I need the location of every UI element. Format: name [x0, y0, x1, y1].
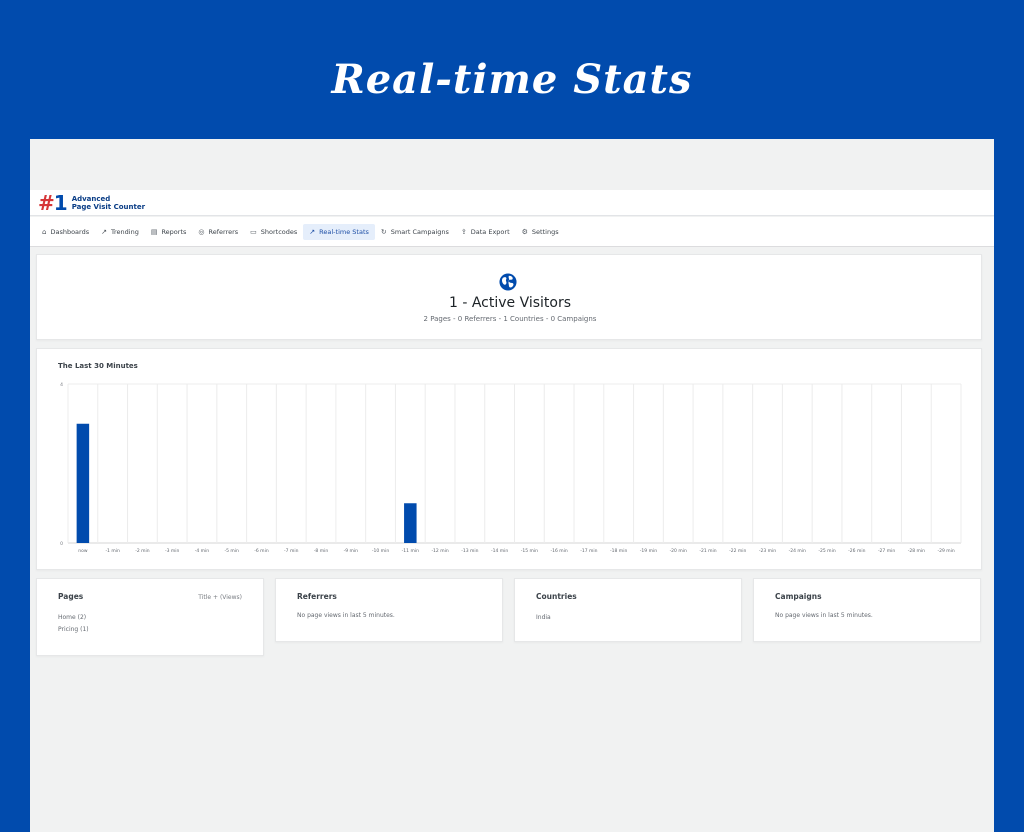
pages-list: Home (2) Pricing (1) [58, 612, 89, 636]
tab-data-export[interactable]: ⇪ Data Export [455, 224, 516, 240]
tab-dashboards[interactable]: ⌂ Dashboards [36, 224, 95, 240]
x-tick-label: -16 min [551, 548, 568, 554]
x-tick-label: -11 min [402, 548, 419, 554]
x-tick-label: -6 min [254, 548, 269, 554]
realtime-bar-chart: 4 0 now -1 min -2 min -3 min -4 min -5 min -6 mi… [60, 382, 962, 554]
list-item: India [536, 614, 551, 621]
app-frame: # 1 Advanced Page Visit Counter ⌂ Dashboa… [30, 139, 994, 832]
logo-line-1: Advanced [71, 195, 111, 203]
referrers-panel-title: Referrers [297, 592, 337, 601]
list-item: Home (2) [58, 614, 87, 621]
x-tick-label: -23 min [759, 548, 776, 554]
tab-label: Dashboards [50, 227, 90, 236]
active-visitors-breakdown: 2 Pages - 0 Referrers - 1 Countries - 0 … [423, 315, 597, 323]
y-tick-label: 4 [60, 382, 63, 388]
pages-panel: Pages Title + (Views) Home (2) Pricing (… [36, 578, 264, 656]
logo-one: 1 [53, 191, 68, 215]
x-tick-label: -18 min [610, 548, 627, 554]
tab-label: Real-time Stats [319, 227, 369, 236]
gear-icon: ⚙ [521, 227, 528, 236]
pages-panel-title: Pages [58, 592, 84, 601]
pages-panel-hint: Title + (Views) [198, 594, 242, 601]
tab-reports[interactable]: ▤ Reports [145, 224, 193, 240]
x-tick-label: -20 min [670, 548, 687, 554]
x-tick-label: -28 min [908, 548, 925, 554]
x-tick-label: -7 min [284, 548, 299, 554]
campaigns-empty-message: No page views in last 5 minutes. [775, 612, 873, 619]
logo-mark: # 1 [38, 193, 68, 213]
globe-icon [499, 273, 517, 291]
tab-smart-campaigns[interactable]: ↻ Smart Campaigns [375, 224, 455, 240]
active-visitors-title: 1 - Active Visitors [448, 295, 572, 311]
tab-label: Referrers [208, 227, 239, 236]
bar [404, 503, 417, 543]
hero-title: Real-time Stats [331, 56, 693, 103]
x-tick-label: -3 min [165, 548, 180, 554]
y-tick-label: 0 [60, 541, 63, 547]
x-tick-label: -1 min [105, 548, 120, 554]
tab-label: Reports [161, 227, 187, 236]
referrers-panel: Referrers No page views in last 5 minute… [275, 578, 503, 642]
tab-label: Smart Campaigns [390, 227, 449, 236]
campaigns-panel: Campaigns No page views in last 5 minute… [753, 578, 981, 642]
tab-label: Settings [531, 227, 559, 236]
x-tick-label: -26 min [848, 548, 865, 554]
x-tick-label: -13 min [461, 548, 478, 554]
x-tick-label: -17 min [580, 548, 597, 554]
referrers-empty-message: No page views in last 5 minutes. [297, 612, 395, 619]
brand-bar: # 1 Advanced Page Visit Counter [30, 190, 994, 216]
tab-real-time-stats[interactable]: ↗ Real-time Stats [303, 223, 375, 240]
x-tick-label: -12 min [431, 548, 448, 554]
export-icon: ⇪ [460, 227, 467, 236]
chart-icon: ↗ [309, 227, 316, 236]
x-tick-label: -15 min [521, 548, 538, 554]
active-visitors-card: 1 - Active Visitors 2 Pages - 0 Referrer… [36, 254, 982, 340]
x-tick-label: -29 min [937, 548, 954, 554]
document-icon: ▤ [150, 227, 158, 236]
countries-list: India [536, 612, 551, 624]
x-tick-label: -5 min [225, 548, 240, 554]
tab-trending[interactable]: ↗ Trending [95, 224, 145, 240]
logo-hash: # [38, 191, 55, 215]
logo-line-2: Page Visit Counter [71, 203, 146, 211]
tab-label: Data Export [470, 227, 510, 236]
x-tick-label: -24 min [789, 548, 806, 554]
logo-text: Advanced Page Visit Counter [72, 195, 145, 211]
countries-panel: Countries India [514, 578, 742, 642]
countries-panel-title: Countries [536, 592, 577, 601]
x-tick-label: -25 min [818, 548, 835, 554]
x-tick-label: now [78, 549, 88, 554]
tab-referrers[interactable]: ◎ Referrers [192, 224, 244, 240]
campaigns-panel-title: Campaigns [775, 592, 822, 601]
globe-icon: ◎ [198, 227, 205, 236]
tab-shortcodes[interactable]: ▭ Shortcodes [244, 224, 303, 240]
x-tick-label: -22 min [729, 548, 746, 554]
x-tick-label: -2 min [135, 548, 150, 554]
tab-label: Shortcodes [260, 227, 298, 236]
x-tick-label: -14 min [491, 548, 508, 554]
trending-icon: ↗ [101, 227, 107, 236]
x-tick-label: -10 min [372, 548, 389, 554]
x-tick-label: -27 min [878, 548, 895, 554]
x-tick-label: -9 min [344, 548, 359, 554]
list-item: Pricing (1) [58, 626, 89, 633]
shortcode-icon: ▭ [250, 227, 257, 236]
x-tick-label: -19 min [640, 548, 657, 554]
home-icon: ⌂ [42, 227, 47, 236]
tab-label: Trending [110, 227, 139, 236]
x-tick-label: -4 min [195, 548, 210, 554]
tab-settings[interactable]: ⚙ Settings [516, 224, 565, 240]
x-tick-label: -8 min [314, 548, 329, 554]
app-logo[interactable]: # 1 Advanced Page Visit Counter [38, 193, 145, 213]
refresh-icon: ↻ [380, 227, 387, 236]
main-nav: ⌂ Dashboards ↗ Trending ▤ Reports ◎ Referrers ▭ S… [30, 217, 994, 247]
realtime-chart-card: The Last 30 Minutes 4 0 now -1 min -2 min -3 … [36, 348, 982, 570]
bar [76, 423, 90, 543]
x-tick-label: -21 min [699, 548, 716, 554]
